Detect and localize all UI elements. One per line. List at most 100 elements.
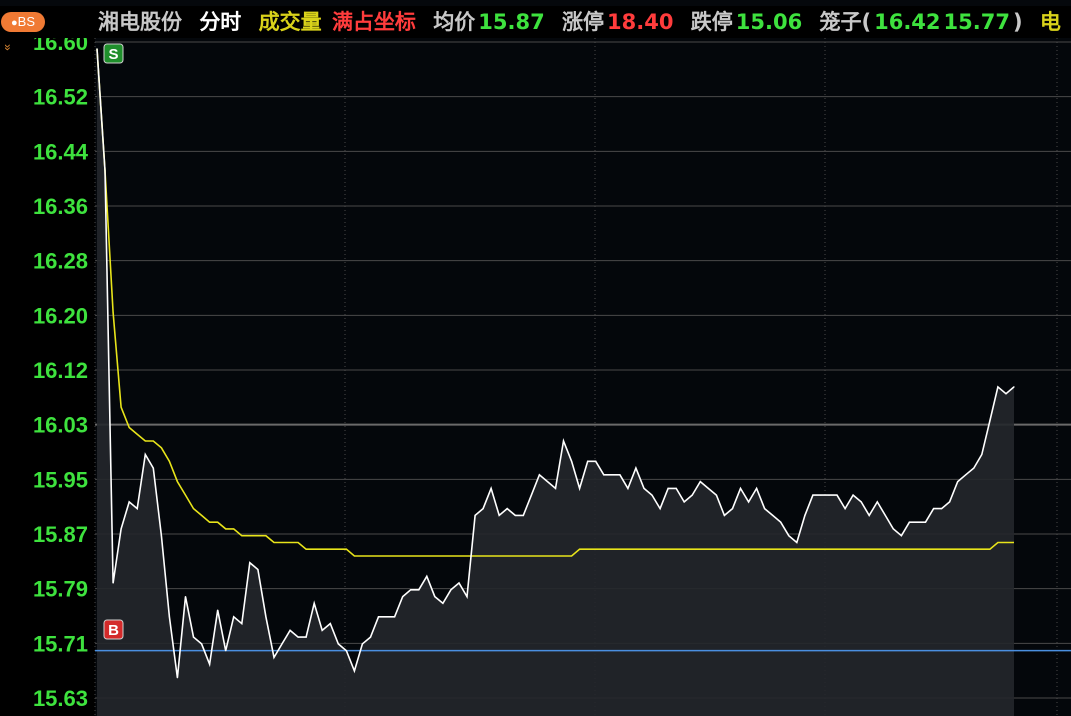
price-point — [836, 494, 838, 496]
price-point — [426, 575, 428, 577]
price-point — [756, 487, 758, 489]
price-point — [562, 440, 565, 442]
buy-marker[interactable]: B — [103, 619, 124, 640]
price-point — [498, 514, 500, 516]
price-point — [394, 616, 396, 618]
chart-header: ●BS 湘电股份 分时 成交量 满占坐标 均价 15.87 涨停 18.40 跌停 1… — [0, 6, 1071, 38]
price-point — [313, 602, 315, 604]
price-point — [257, 568, 259, 571]
bs-toggle-badge[interactable]: ●BS — [1, 12, 45, 32]
price-point — [780, 521, 782, 523]
price-point — [748, 501, 750, 503]
sell-marker[interactable]: S — [103, 43, 124, 64]
price-point — [402, 596, 404, 598]
price-point — [466, 596, 468, 598]
price-point — [442, 602, 444, 604]
price-point — [723, 514, 726, 516]
price-point — [233, 616, 235, 618]
price-point — [860, 501, 862, 503]
price-point — [265, 616, 267, 618]
price-point — [353, 670, 355, 672]
price-point — [691, 494, 693, 496]
price-point — [772, 514, 774, 516]
price-point — [377, 616, 380, 618]
price-point — [844, 508, 846, 510]
price-point — [868, 514, 870, 516]
y-tick-label: 16.03 — [33, 413, 88, 438]
price-point — [579, 487, 581, 489]
price-point — [450, 589, 452, 591]
header-trailing-label: 电 — [1039, 10, 1061, 34]
price-point — [957, 481, 959, 483]
cage-low-value: 15.77 — [943, 10, 1010, 34]
price-point — [369, 636, 372, 638]
cage-label: 笼子( — [819, 10, 872, 34]
price-point — [989, 420, 991, 422]
price-point — [731, 508, 734, 510]
tab-minute[interactable]: 分时 — [199, 10, 241, 34]
price-point — [1005, 393, 1007, 395]
price-point — [595, 460, 597, 462]
price-point — [482, 508, 484, 510]
price-point — [619, 474, 621, 476]
tab-full-axis[interactable]: 满占坐标 — [332, 10, 416, 34]
price-point — [152, 467, 154, 469]
y-tick-label: 15.95 — [33, 467, 88, 492]
stock-name[interactable]: 湘电股份 — [98, 10, 182, 34]
y-tick-label: 16.60 — [33, 38, 88, 55]
y-tick-label: 16.20 — [33, 303, 88, 328]
price-point — [715, 494, 718, 496]
price-point — [329, 623, 331, 625]
price-point — [908, 521, 911, 523]
price-point — [434, 596, 436, 598]
price-point — [249, 562, 251, 564]
price-point — [345, 650, 347, 652]
price-point — [225, 650, 227, 652]
price-point — [297, 636, 299, 638]
price-point — [104, 169, 106, 172]
header-items: 湘电股份 分时 成交量 满占坐标 均价 15.87 涨停 18.40 跌停 15.06… — [98, 6, 1071, 38]
price-point — [603, 474, 605, 476]
price-point — [546, 481, 549, 483]
price-point — [192, 636, 195, 638]
tab-volume[interactable]: 成交量 — [259, 10, 322, 34]
price-point — [828, 494, 830, 496]
price-point — [683, 501, 685, 503]
price-point — [490, 487, 492, 489]
collapse-chevron-icon[interactable]: » — [1, 44, 15, 51]
price-point — [635, 467, 637, 469]
limit-up-value: 18.40 — [607, 10, 674, 34]
price-point — [587, 460, 589, 462]
price-point — [168, 616, 170, 618]
price-point — [458, 582, 460, 584]
price-point — [201, 643, 203, 645]
badge-label: BS — [17, 14, 35, 29]
price-point — [675, 487, 677, 489]
price-point — [796, 541, 798, 544]
price-point — [1013, 386, 1015, 388]
intraday-chart: 16.60 16.52 16.44 16.36 16.28 16.20 16.12 16.03… — [1, 38, 1071, 716]
price-point — [120, 528, 122, 530]
y-tick-label: 15.63 — [33, 686, 88, 711]
price-point — [571, 460, 573, 462]
price-point — [410, 589, 412, 591]
price-point — [667, 487, 669, 489]
sell-marker-label: S — [108, 46, 118, 63]
price-point — [973, 467, 975, 469]
price-point — [965, 474, 967, 476]
y-tick-label: 16.28 — [33, 249, 88, 274]
price-point — [812, 494, 814, 496]
price-point — [96, 48, 98, 50]
price-point — [788, 535, 790, 537]
y-tick-label: 15.79 — [33, 577, 88, 602]
price-point — [273, 656, 275, 659]
price-point — [627, 487, 629, 489]
price-point — [241, 623, 243, 625]
price-point — [884, 514, 886, 516]
price-point — [386, 616, 388, 618]
y-tick-label: 16.12 — [33, 358, 88, 383]
price-point — [337, 643, 339, 645]
price-point — [530, 494, 533, 496]
buy-marker-label: B — [108, 622, 119, 639]
price-point — [707, 487, 709, 489]
